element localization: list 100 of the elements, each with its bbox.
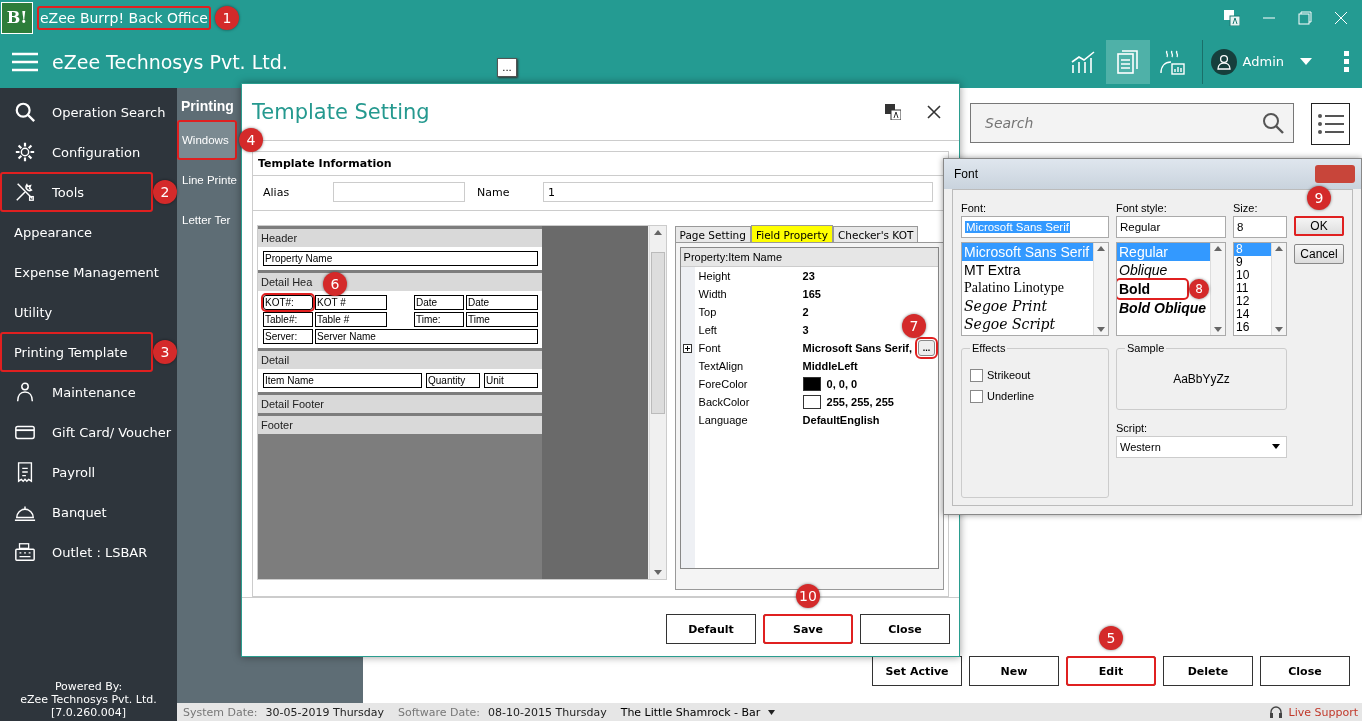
sidebar-item[interactable]: Expense Management: [0, 252, 177, 292]
sidebar-item[interactable]: Configuration: [0, 132, 177, 172]
sidebar-item[interactable]: Tools: [0, 172, 153, 212]
action-button[interactable]: Edit: [1066, 656, 1156, 686]
list-option[interactable]: Oblique: [1117, 261, 1170, 279]
size-field[interactable]: 8: [1233, 216, 1287, 238]
more-icon[interactable]: [1344, 50, 1350, 73]
scrollbar[interactable]: [1093, 243, 1108, 335]
list-option[interactable]: Segoe Script: [962, 315, 1058, 333]
down-arrow-icon[interactable]: [1097, 327, 1105, 332]
template-field[interactable]: Table #: [315, 312, 387, 327]
list-option[interactable]: 10: [1234, 269, 1252, 282]
field-label: Font:: [961, 202, 988, 214]
list-option[interactable]: MT Extra: [962, 261, 1023, 279]
list-icon[interactable]: [1317, 113, 1344, 135]
dialog-button[interactable]: Default: [666, 614, 756, 644]
caret-icon[interactable]: [768, 709, 776, 715]
dialog-button[interactable]: OK: [1294, 216, 1344, 236]
style-field[interactable]: Regular: [1116, 216, 1226, 238]
list-option[interactable]: 11: [1234, 282, 1251, 295]
template-field[interactable]: Time:: [414, 312, 464, 327]
sidebar-item[interactable]: Operation Search: [0, 92, 177, 132]
live-support-link[interactable]: Live Support: [1288, 705, 1358, 719]
template-field[interactable]: Unit: [484, 373, 538, 388]
template-field[interactable]: Date: [466, 295, 538, 310]
caret-icon[interactable]: [1272, 444, 1280, 449]
sidebar-item[interactable]: Maintenance: [0, 372, 177, 412]
field-label: Name: [477, 185, 511, 199]
list-option[interactable]: Segoe Print: [962, 297, 1050, 315]
list-option[interactable]: 16: [1234, 321, 1252, 334]
list-option[interactable]: 9: [1234, 256, 1245, 269]
ellipsis-button[interactable]: ...: [918, 340, 935, 356]
action-button[interactable]: Set Active: [872, 656, 962, 686]
down-arrow-icon[interactable]: [1275, 327, 1283, 332]
scrollbar[interactable]: [1210, 243, 1225, 335]
property-value: Microsoft Sans Serif,: [802, 342, 912, 354]
text-field[interactable]: 1: [543, 182, 933, 202]
template-field[interactable]: Quantity: [426, 373, 480, 388]
up-arrow-icon[interactable]: [1097, 246, 1105, 251]
template-field[interactable]: KOT#:: [263, 295, 313, 310]
text-field[interactable]: [333, 182, 465, 202]
action-button[interactable]: Close: [1260, 656, 1350, 686]
sidebar-item[interactable]: Outlet : LSBAR: [0, 532, 177, 572]
ellipsis-button[interactable]: ...: [497, 58, 517, 77]
maximize-icon[interactable]: [1298, 10, 1312, 25]
list-option[interactable]: 12: [1234, 295, 1252, 308]
submenu-item[interactable]: Letter Ter: [177, 200, 237, 240]
sidebar-item[interactable]: Appearance: [0, 212, 177, 252]
list-view-button[interactable]: [1311, 103, 1350, 145]
property-name: Language: [697, 414, 749, 426]
close-icon[interactable]: [927, 105, 941, 119]
list-option[interactable]: Bold Oblique: [1117, 299, 1209, 317]
up-arrow-icon[interactable]: [1275, 246, 1283, 251]
checkbox[interactable]: [970, 389, 983, 403]
submenu-item[interactable]: Line Printe: [177, 160, 237, 200]
expand-icon[interactable]: [683, 343, 693, 353]
template-field[interactable]: Item Name: [263, 373, 422, 388]
search-icon[interactable]: [1262, 112, 1284, 134]
scrollbar[interactable]: [648, 226, 666, 579]
band-title: Header: [258, 229, 542, 247]
translate-icon[interactable]: [885, 104, 901, 120]
tab[interactable]: Field Property: [750, 225, 833, 243]
template-field[interactable]: KOT #: [315, 295, 387, 310]
person-icon: [14, 381, 36, 403]
dialog-button[interactable]: Save: [763, 614, 853, 644]
list-option[interactable]: 14: [1234, 308, 1252, 321]
panel-title: Printing: [180, 97, 235, 116]
scroll-thumb[interactable]: [650, 251, 665, 414]
down-arrow-icon[interactable]: [1214, 327, 1222, 332]
template-field[interactable]: Server:: [263, 329, 313, 344]
list-option[interactable]: Palatino Linotype: [962, 279, 1066, 297]
headset-icon[interactable]: [1268, 705, 1283, 719]
sidebar-item[interactable]: Gift Card/ Voucher: [0, 412, 177, 452]
checkbox[interactable]: [970, 368, 983, 382]
outlet-selector[interactable]: The Little Shamrock - Bar: [620, 705, 761, 719]
template-field[interactable]: Server Name: [315, 329, 538, 344]
sidebar-item[interactable]: Payroll: [0, 452, 177, 492]
up-arrow-icon[interactable]: [1214, 246, 1222, 251]
scrollbar[interactable]: [1271, 243, 1286, 335]
template-field[interactable]: Time: [466, 312, 538, 327]
list-option[interactable]: Bold: [1117, 280, 1187, 298]
property-value: 2: [802, 306, 809, 318]
action-button[interactable]: New: [969, 656, 1059, 686]
script-dropdown[interactable]: Western: [1116, 435, 1287, 458]
menu-icon[interactable]: [12, 51, 38, 72]
template-field[interactable]: Table#:: [263, 312, 313, 327]
sidebar-item[interactable]: Utility: [0, 292, 177, 332]
toolbar-button[interactable]: [1105, 39, 1150, 84]
sidebar-item[interactable]: Banquet: [0, 492, 177, 532]
submenu-item[interactable]: Windows: [177, 120, 237, 160]
action-button[interactable]: Delete: [1163, 656, 1253, 686]
search-field[interactable]: Search: [970, 103, 1294, 143]
up-arrow-icon[interactable]: [653, 230, 662, 235]
template-field[interactable]: Date: [414, 295, 464, 310]
dialog-button[interactable]: Cancel: [1294, 244, 1344, 264]
sidebar-item[interactable]: Printing Template: [0, 332, 153, 372]
down-arrow-icon[interactable]: [653, 570, 662, 575]
dialog-button[interactable]: Close: [860, 614, 950, 644]
template-field[interactable]: Property Name: [263, 251, 538, 266]
property-name: Font: [697, 342, 722, 354]
